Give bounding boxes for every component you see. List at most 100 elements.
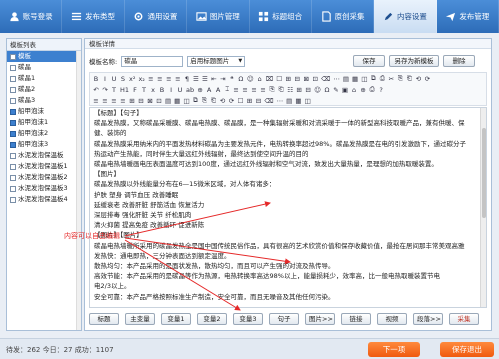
toolbar-button[interactable]: ▣ xyxy=(341,85,349,94)
toolbar-button[interactable]: ▤ xyxy=(342,74,350,83)
nav-item-2[interactable]: 发布类型 xyxy=(62,0,125,33)
toolbar-button[interactable]: ⊟ xyxy=(254,96,262,105)
toolbar-button[interactable]: ⎗ xyxy=(209,96,217,105)
checkbox[interactable] xyxy=(10,185,16,192)
toolbar-button[interactable]: ≡ xyxy=(92,96,100,105)
template-list-item[interactable]: 模板 xyxy=(7,51,81,62)
toolbar-button[interactable]: ≡ xyxy=(156,74,164,83)
toolbar-button[interactable]: ? xyxy=(377,85,385,94)
editor-scrollbar[interactable] xyxy=(480,108,486,307)
toolbar-button[interactable]: ☰ xyxy=(201,74,209,83)
toolbar-button[interactable]: ⌫ xyxy=(263,96,274,105)
toolbar-button[interactable]: ⊞ xyxy=(128,96,136,105)
toolbar-button[interactable]: ⟲ xyxy=(218,96,226,105)
checkbox[interactable] xyxy=(10,163,16,170)
template-name-input[interactable]: 碳晶 xyxy=(121,55,184,67)
toolbar-button[interactable]: ⎘ xyxy=(200,96,208,105)
template-list-item[interactable]: 船甲泡沫 xyxy=(7,106,81,117)
title-image-select[interactable]: 启用标题图片 ▼ xyxy=(187,55,246,67)
template-list-item[interactable]: 水泥发泡保温板2 xyxy=(7,172,81,183)
toolbar-button[interactable]: ⇥ xyxy=(219,74,227,83)
toolbar-button[interactable]: ≡ xyxy=(165,74,173,83)
toolbar-button[interactable]: ⎙ xyxy=(378,74,386,83)
toolbar-button[interactable]: ⊞ xyxy=(284,74,292,83)
insert-button[interactable]: 标题 xyxy=(89,313,119,325)
checkbox[interactable] xyxy=(10,119,16,126)
checkbox[interactable] xyxy=(10,75,16,82)
toolbar-button[interactable]: Ω xyxy=(323,85,331,94)
template-list-item[interactable]: 水泥发泡保温板4 xyxy=(7,194,81,205)
toolbar-button[interactable]: ⎗ xyxy=(277,85,285,94)
toolbar-button[interactable]: ⎗ xyxy=(405,74,413,83)
insert-button[interactable]: 变量3 xyxy=(233,313,263,325)
toolbar-button[interactable]: ⊞ xyxy=(295,85,303,94)
toolbar-button[interactable]: ≡ xyxy=(241,85,249,94)
toolbar-button[interactable]: ◫ xyxy=(360,74,368,83)
insert-button[interactable]: 句子 xyxy=(269,313,299,325)
toolbar-button[interactable]: I xyxy=(101,74,109,83)
toolbar-button[interactable]: ⊡ xyxy=(311,74,319,83)
toolbar-button[interactable]: ≡ xyxy=(232,85,240,94)
toolbar-button[interactable]: ≡ xyxy=(119,96,127,105)
toolbar-button[interactable]: ≡ xyxy=(110,96,118,105)
toolbar-button[interactable]: F xyxy=(131,85,139,94)
toolbar-button[interactable]: ✂ xyxy=(387,74,395,83)
checkbox[interactable] xyxy=(10,53,16,60)
checkbox[interactable] xyxy=(10,130,16,137)
toolbar-button[interactable]: ⊡ xyxy=(155,96,163,105)
checkbox[interactable] xyxy=(10,86,16,93)
toolbar-button[interactable]: ⟲ xyxy=(414,74,422,83)
template-list-scrollbar[interactable] xyxy=(76,51,81,330)
toolbar-button[interactable]: Ω xyxy=(237,74,245,83)
insert-button[interactable]: 变量2 xyxy=(197,313,227,325)
toolbar-button[interactable]: B xyxy=(92,74,100,83)
template-list-item[interactable]: 船甲泡沫2 xyxy=(7,128,81,139)
toolbar-button[interactable]: ⊟ xyxy=(304,85,312,94)
toolbar-button[interactable]: A xyxy=(214,85,222,94)
checkbox[interactable] xyxy=(10,108,16,115)
template-list-item[interactable]: 船甲泡沫3 xyxy=(7,139,81,150)
toolbar-button[interactable]: ⟳ xyxy=(423,74,431,83)
insert-button[interactable]: 链接 xyxy=(341,313,371,325)
toolbar-button[interactable]: ⧉ xyxy=(369,74,377,83)
toolbar-button[interactable]: ☺ xyxy=(246,74,255,83)
toolbar-button[interactable]: S xyxy=(119,74,127,83)
toolbar-button[interactable]: ≡ xyxy=(250,85,258,94)
insert-button[interactable]: 主变量 xyxy=(125,313,155,325)
toolbar-button[interactable]: ▦ xyxy=(294,96,302,105)
toolbar-button[interactable]: ◫ xyxy=(303,96,311,105)
template-list-item[interactable]: 碳晶1 xyxy=(7,73,81,84)
editor-scrollbar-thumb[interactable] xyxy=(482,128,486,218)
toolbar-button[interactable]: I xyxy=(167,85,175,94)
content-editor[interactable]: 【标题】【句子】 碳晶发热膜，又称碳晶采暖膜、碳晶电热膜、碳晶膜，是一种集辐射采暖… xyxy=(89,107,487,308)
toolbar-button[interactable]: ≡ xyxy=(259,85,267,94)
nav-item-7[interactable]: 内容设置 xyxy=(374,0,437,33)
toolbar-button[interactable]: ≡ xyxy=(101,96,109,105)
insert-button[interactable]: 采集 xyxy=(449,313,479,325)
toolbar-button[interactable]: ▤ xyxy=(285,96,293,105)
toolbar-button[interactable]: T xyxy=(140,85,148,94)
toolbar-button[interactable]: ▦ xyxy=(351,74,359,83)
toolbar-button[interactable]: ⟳ xyxy=(227,96,235,105)
checkbox[interactable] xyxy=(10,97,16,104)
toolbar-button[interactable]: ☷ xyxy=(286,85,294,94)
save-as-new-template-button[interactable]: 另存为新模板 xyxy=(389,55,439,67)
toolbar-button[interactable]: ☐ xyxy=(275,74,283,83)
insert-button[interactable]: 段落>> xyxy=(413,313,443,325)
template-list-item[interactable]: 碳晶2 xyxy=(7,84,81,95)
toolbar-button[interactable]: ¶ xyxy=(183,74,191,83)
checkbox[interactable] xyxy=(10,152,16,159)
toolbar-button[interactable]: ❝ xyxy=(228,74,236,83)
toolbar-button[interactable]: ⌫ xyxy=(320,74,331,83)
toolbar-button[interactable]: ≡ xyxy=(147,74,155,83)
toolbar-button[interactable]: ⇤ xyxy=(210,74,218,83)
toolbar-button[interactable]: T xyxy=(110,85,118,94)
toolbar-button[interactable]: ⌂ xyxy=(256,74,264,83)
toolbar-button[interactable]: ▦ xyxy=(173,96,181,105)
nav-item-4[interactable]: 图片管理 xyxy=(187,0,250,33)
toolbar-button[interactable]: U xyxy=(110,74,118,83)
insert-button[interactable]: 变量1 xyxy=(161,313,191,325)
toolbar-button[interactable]: ⊕ xyxy=(359,85,367,94)
toolbar-button[interactable]: H1 xyxy=(119,85,130,94)
nav-item-8[interactable]: 发布管理 xyxy=(437,0,499,33)
